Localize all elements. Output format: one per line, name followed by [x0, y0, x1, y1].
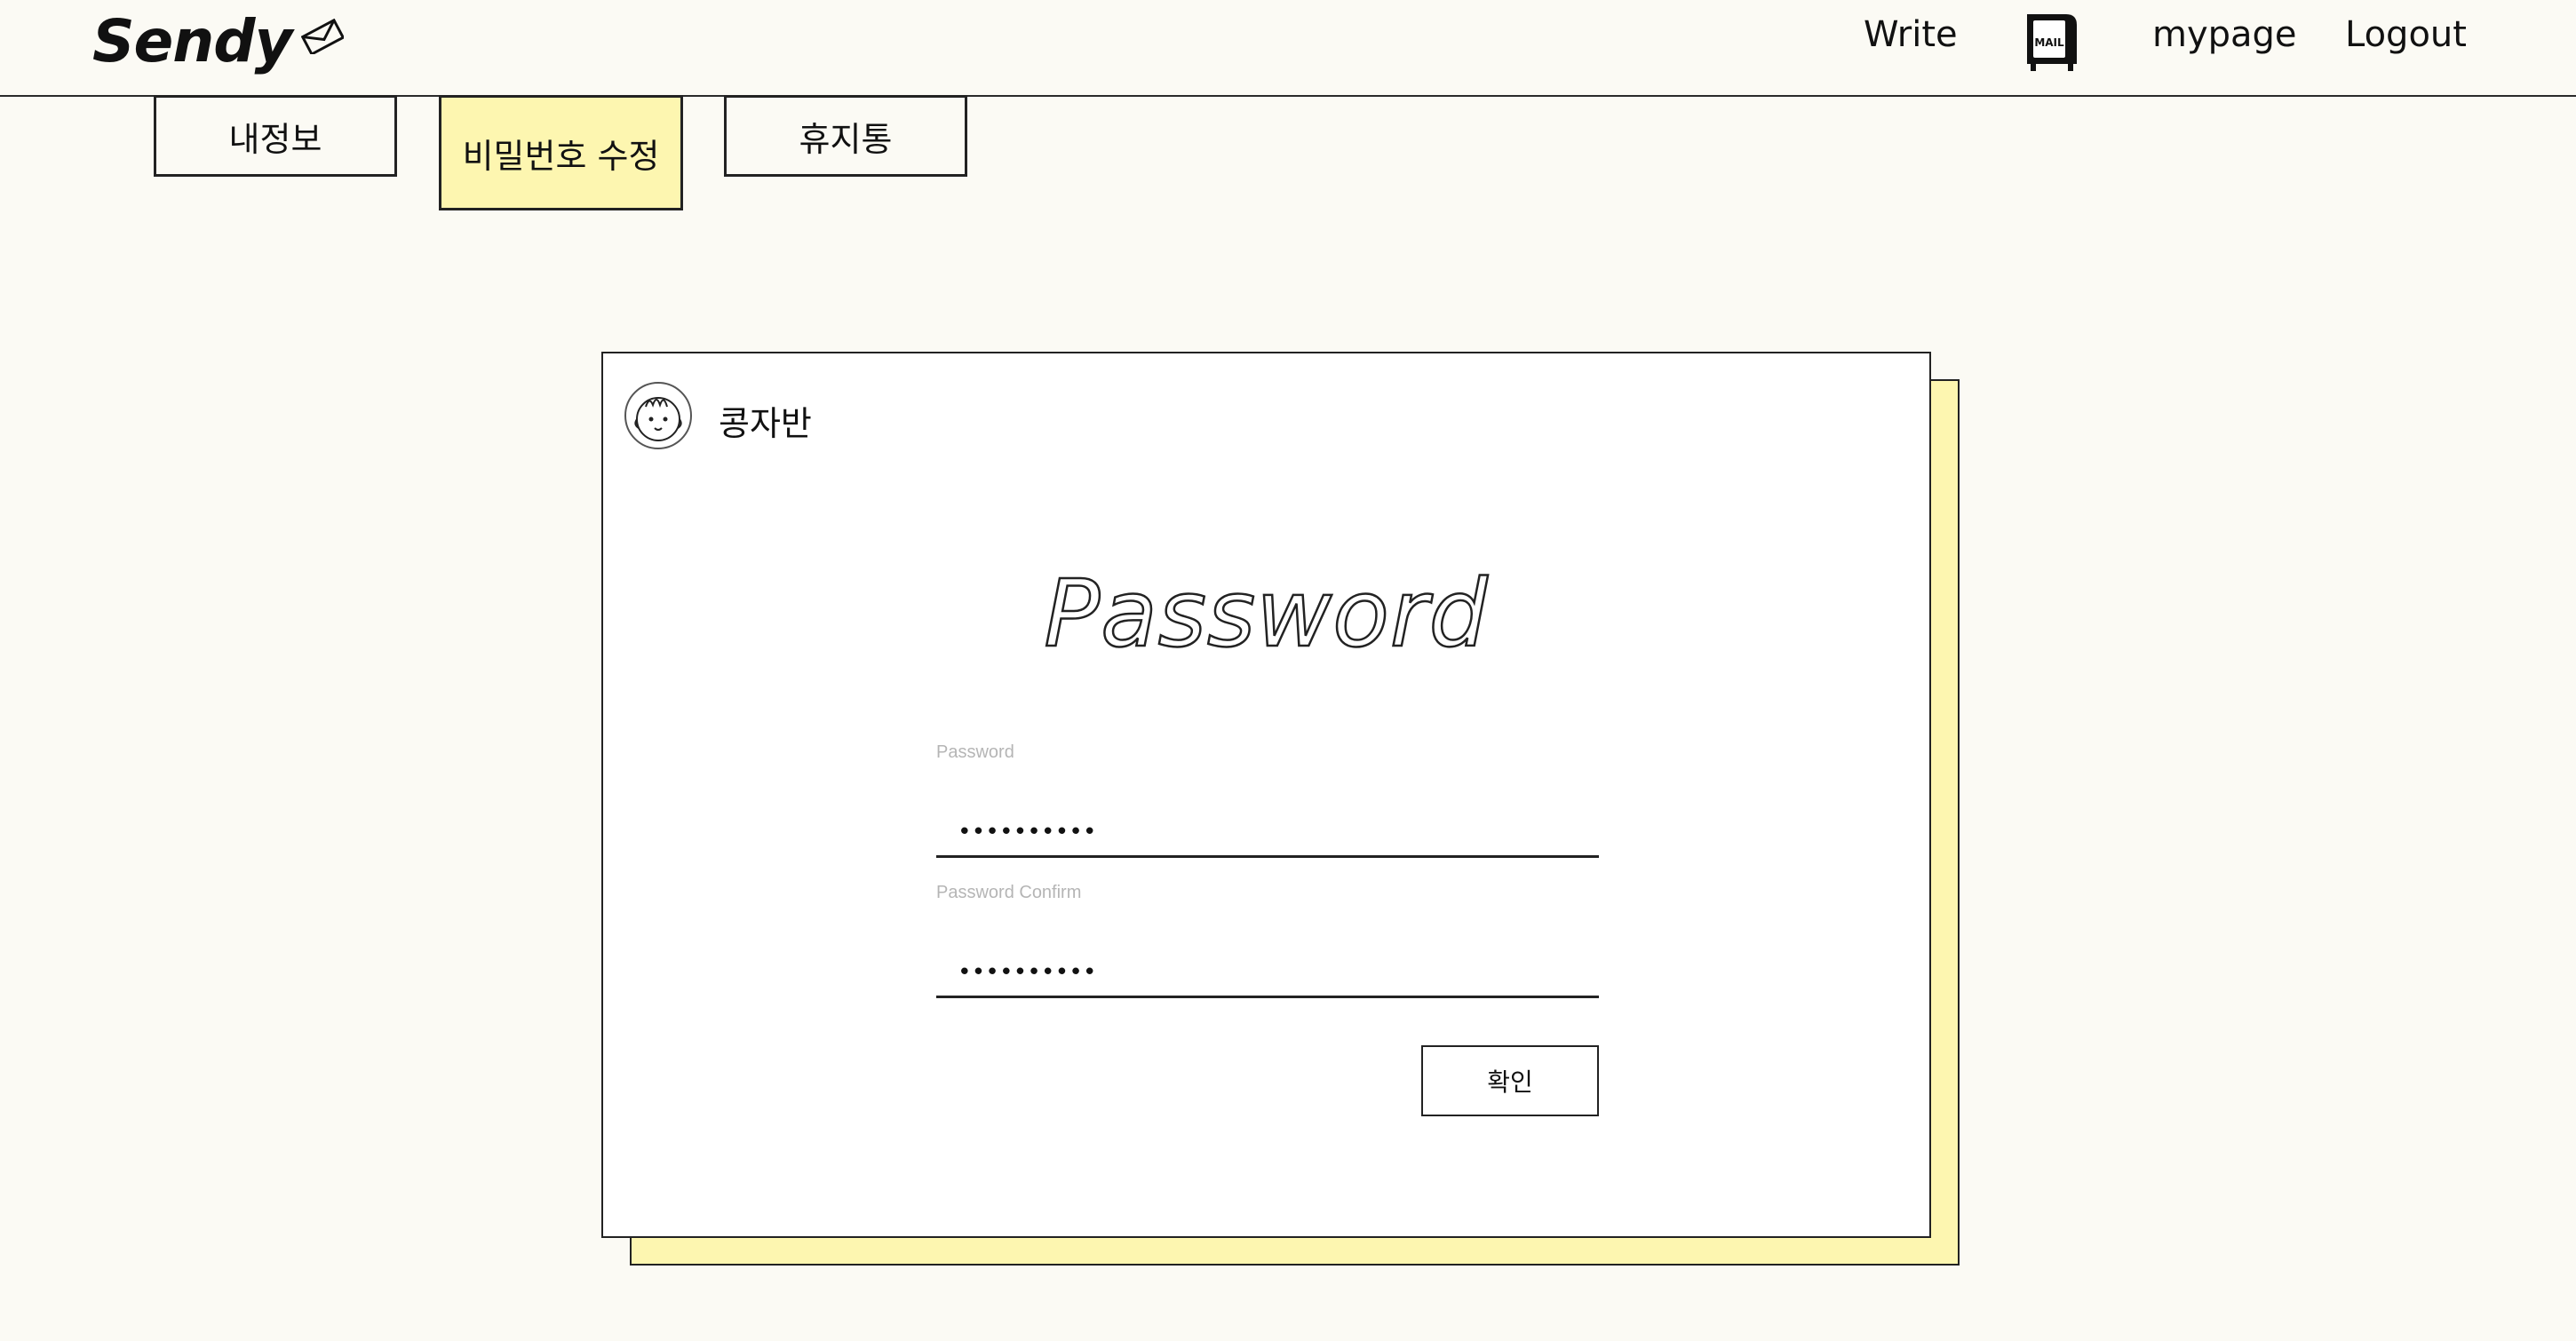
nav-write-link[interactable]: Write — [1864, 14, 1958, 55]
page-heading: Password — [1043, 559, 1489, 670]
tab-my-info[interactable]: 내정보 — [154, 95, 397, 177]
password-confirm-label: Password Confirm — [936, 883, 1082, 902]
tab-trash-label: 휴지통 — [799, 119, 893, 159]
password-card: 콩자반 Password Password Password Confirm 확… — [601, 352, 1931, 1238]
logo-text: Sendy — [92, 7, 293, 75]
avatar — [624, 382, 692, 449]
envelope-plane-icon — [300, 0, 345, 68]
password-confirm-input[interactable] — [936, 948, 1599, 998]
tab-trash[interactable]: 휴지통 — [724, 95, 967, 177]
top-header: Sendy Write MAIL mypage Logout — [0, 0, 2576, 97]
logo[interactable]: Sendy — [92, 7, 345, 75]
nav-logout-link[interactable]: Logout — [2345, 14, 2467, 55]
password-label: Password — [936, 742, 1014, 762]
mailbox-icon[interactable]: MAIL — [2020, 9, 2082, 76]
confirm-button[interactable]: 확인 — [1421, 1045, 1599, 1116]
password-input[interactable] — [936, 808, 1599, 858]
confirm-button-label: 확인 — [1487, 1067, 1533, 1097]
tab-my-info-label: 내정보 — [228, 119, 322, 159]
tab-change-password[interactable]: 비밀번호 수정 — [439, 95, 683, 210]
nav-mypage-link[interactable]: mypage — [2152, 14, 2297, 55]
username: 콩자반 — [719, 404, 812, 443]
tab-change-password-label: 비밀번호 수정 — [462, 136, 660, 176]
mailbox-label: MAIL — [2034, 36, 2064, 49]
